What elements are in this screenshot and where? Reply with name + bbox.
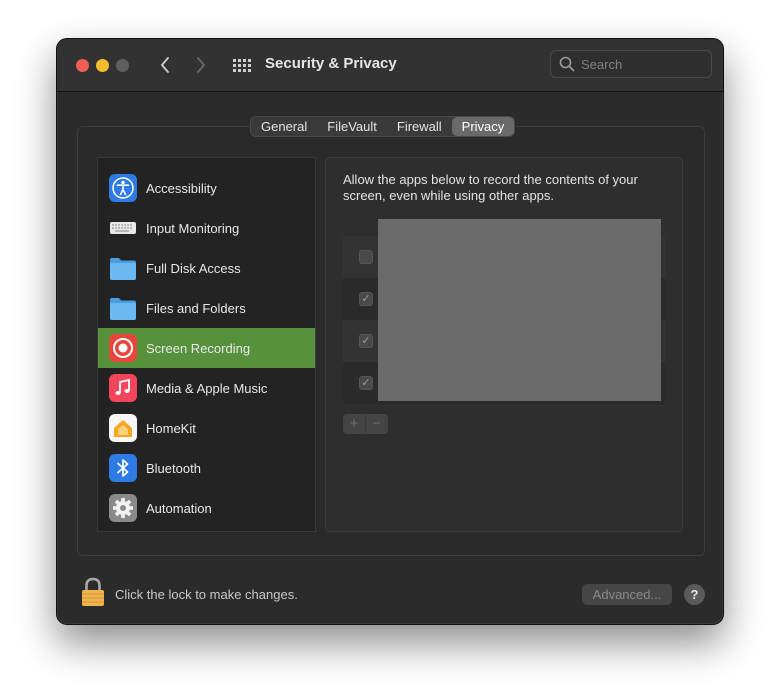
sidebar-item-label: Automation [146, 500, 212, 516]
add-button[interactable]: + [343, 414, 365, 434]
accessibility-icon [109, 174, 137, 202]
minimize-button[interactable] [96, 59, 109, 72]
homekit-icon [109, 414, 137, 442]
sidebar-item-label: Full Disk Access [146, 260, 241, 276]
panel-description: Allow the apps below to record the conte… [343, 172, 638, 203]
tab-general[interactable]: General [251, 117, 317, 136]
keyboard-icon [109, 214, 137, 242]
zoom-button[interactable] [116, 59, 129, 72]
gear-icon [109, 494, 137, 522]
sidebar-item-full-disk-access[interactable]: Full Disk Access [98, 248, 315, 288]
app-checkbox[interactable]: ✓ [359, 376, 373, 390]
sidebar-item-label: Media & Apple Music [146, 380, 268, 396]
sidebar-item-homekit[interactable]: HomeKit [98, 408, 315, 448]
sidebar-item-files-and-folders[interactable]: Files and Folders [98, 288, 315, 328]
grid-icon [233, 59, 251, 72]
window-title: Security & Privacy [265, 55, 397, 72]
sidebar-item-bluetooth[interactable]: Bluetooth [98, 448, 315, 488]
chevron-left-icon [161, 57, 169, 73]
show-all-button[interactable] [229, 53, 255, 79]
music-icon [109, 374, 137, 402]
sidebar-item-automation[interactable]: Automation [98, 488, 315, 528]
sidebar-item-partial[interactable] [98, 157, 315, 162]
chevron-right-icon [197, 57, 205, 73]
bluetooth-icon [109, 454, 137, 482]
folder-icon [109, 294, 137, 322]
lock-status-text: Click the lock to make changes. [115, 587, 298, 602]
privacy-category-list[interactable]: Accessibility Input Monitoring Full Disk… [97, 157, 316, 532]
search-field[interactable] [550, 50, 712, 78]
tab-filevault[interactable]: FileVault [317, 117, 387, 136]
redacted-overlay [378, 219, 661, 401]
tab-firewall[interactable]: Firewall [387, 117, 452, 136]
sidebar-item-label: Input Monitoring [146, 220, 240, 236]
folder-icon [109, 254, 137, 282]
sidebar-item-screen-recording[interactable]: Screen Recording [98, 328, 315, 368]
title-bar: Security & Privacy [57, 39, 723, 92]
sidebar-item-input-monitoring[interactable]: Input Monitoring [98, 208, 315, 248]
sidebar-item-label: Accessibility [146, 180, 217, 196]
sidebar-item-label: HomeKit [146, 420, 196, 436]
screen-recording-icon [109, 334, 137, 362]
app-checkbox[interactable] [359, 250, 373, 264]
back-button[interactable] [152, 52, 178, 78]
sidebar-item-accessibility[interactable]: Accessibility [98, 168, 315, 208]
preferences-window: Security & Privacy General FileVault Fir… [56, 38, 724, 625]
remove-button[interactable]: − [365, 414, 387, 434]
screen-recording-panel: Allow the apps below to record the conte… [325, 157, 683, 532]
tab-privacy[interactable]: Privacy [451, 117, 515, 136]
search-icon [559, 56, 575, 72]
add-remove-control: + − [343, 414, 388, 434]
tab-bar: General FileVault Firewall Privacy [250, 116, 516, 137]
lock-icon[interactable] [81, 577, 105, 607]
app-checkbox[interactable]: ✓ [359, 292, 373, 306]
advanced-button[interactable]: Advanced... [582, 584, 672, 605]
sidebar-item-label: Bluetooth [146, 460, 201, 476]
sidebar-item-label: Screen Recording [146, 340, 251, 356]
help-button[interactable]: ? [684, 584, 705, 605]
close-button[interactable] [76, 59, 89, 72]
sidebar-item-media-apple-music[interactable]: Media & Apple Music [98, 368, 315, 408]
forward-button[interactable] [188, 52, 214, 78]
partial-icon [109, 157, 137, 158]
search-input[interactable] [581, 55, 706, 73]
sidebar-item-label: Files and Folders [146, 300, 246, 316]
app-checkbox[interactable]: ✓ [359, 334, 373, 348]
